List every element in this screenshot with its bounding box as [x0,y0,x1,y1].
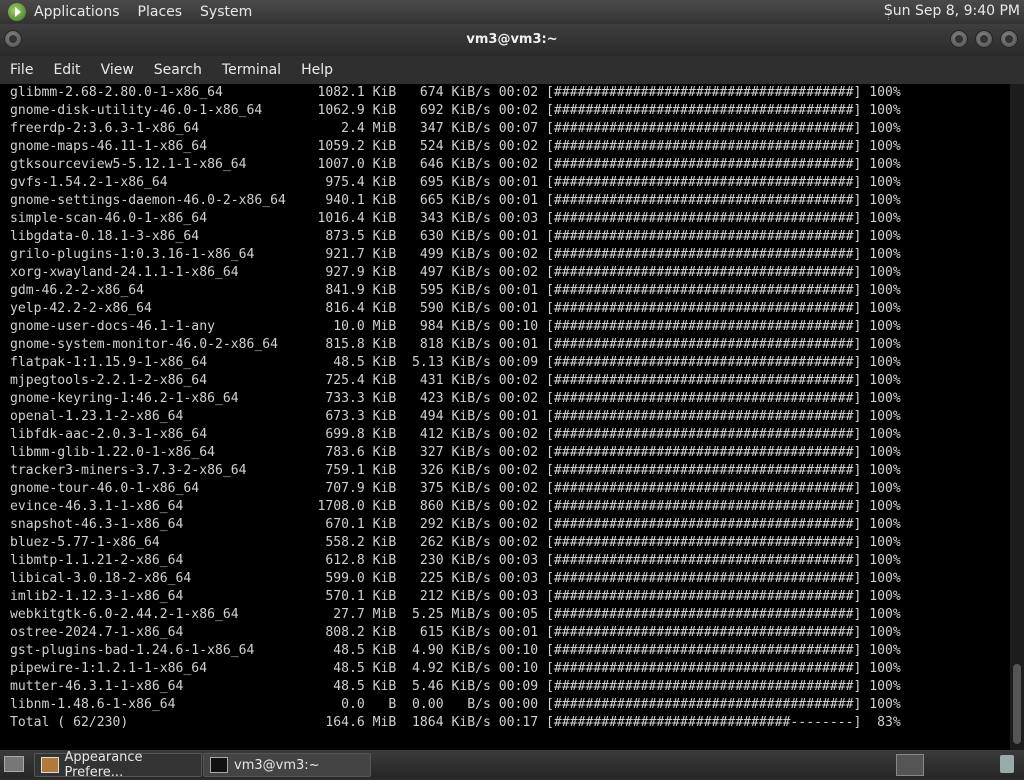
terminal-line: evince-46.3.1-1-x86_64 1708.0 KiB 860 Ki… [10,499,901,514]
task-label: Appearance Prefere... [64,750,143,780]
terminal-line: webkitgtk-6.0-2.44.2-1-x86_64 27.7 MiB 5… [10,607,901,622]
terminal-line: xorg-xwayland-24.1.1-1-x86_64 927.9 KiB … [10,265,901,280]
terminal-line: gdm-46.2-2-x86_64 841.9 KiB 595 KiB/s 00… [10,283,901,298]
terminal-line: tracker3-miners-3.7.3-2-x86_64 759.1 KiB… [10,463,901,478]
menu-file[interactable]: File [0,62,43,78]
menu-search[interactable]: Search [144,62,212,78]
terminal-output[interactable]: glibmm-2.68-2.80.0-1-x86_64 1082.1 KiB 6… [0,84,1010,750]
terminal-line: gnome-tour-46.0-1-x86_64 707.9 KiB 375 K… [10,481,901,496]
maximize-icon[interactable] [975,30,993,48]
terminal-line: bluez-5.77-1-x86_64 558.2 KiB 262 KiB/s … [10,535,901,550]
terminal-line: gnome-user-docs-46.1-1-any 10.0 MiB 984 … [10,319,901,334]
terminal-line: mutter-46.3.1-1-x86_64 48.5 KiB 5.46 KiB… [10,679,901,694]
menu-terminal[interactable]: Terminal [212,62,291,78]
applications-logo-icon[interactable] [8,3,26,21]
task-terminal[interactable]: vm3@vm3:~ [203,753,371,777]
terminal-line: grilo-plugins-1:0.3.16-1-x86_64 921.7 Ki… [10,247,901,262]
terminal-menubar: File Edit View Search Terminal Help [0,56,1024,84]
terminal-line: gnome-keyring-1:46.2-1-x86_64 733.3 KiB … [10,391,901,406]
minimize-icon[interactable] [950,30,968,48]
close-icon[interactable] [1000,30,1018,48]
terminal-line: libical-3.0.18-2-x86_64 599.0 KiB 225 Ki… [10,571,901,586]
terminal-line: glibmm-2.68-2.80.0-1-x86_64 1082.1 KiB 6… [10,85,901,100]
terminal-scrollbar[interactable] [1010,84,1024,750]
terminal-line: libfdk-aac-2.0.3-1-x86_64 699.8 KiB 412 … [10,427,901,442]
terminal-line: ostree-2024.7-1-x86_64 808.2 KiB 615 KiB… [10,625,901,640]
terminal-line: gnome-maps-46.11-1-x86_64 1059.2 KiB 524… [10,139,901,154]
terminal-line: Total ( 62/230) 164.6 MiB 1864 KiB/s 00:… [10,715,901,730]
task-appearance-preferences[interactable]: Appearance Prefere... [34,750,202,780]
terminal-line: simple-scan-46.0-1-x86_64 1016.4 KiB 343… [10,211,901,226]
trash-icon[interactable] [1000,755,1014,773]
workspace-switcher-icon[interactable] [896,754,924,776]
applications-menu[interactable]: Applications [34,4,120,20]
system-menu[interactable]: System [200,4,252,20]
terminal-line: gnome-system-monitor-46.0-2-x86_64 815.8… [10,337,901,352]
terminal-line: freerdp-2:3.6.3-1-x86_64 2.4 MiB 347 KiB… [10,121,901,136]
clock[interactable]: Sun Sep 8, 9:40 PM [884,3,1020,19]
terminal-line: libmtp-1.1.21-2-x86_64 612.8 KiB 230 KiB… [10,553,901,568]
terminal-app-icon [210,757,228,773]
terminal-line: libmm-glib-1.22.0-1-x86_64 783.6 KiB 327… [10,445,901,460]
terminal-line: gnome-disk-utility-46.0-1-x86_64 1062.9 … [10,103,901,118]
window-titlebar[interactable]: vm3@vm3:~ [0,24,1024,56]
terminal-line: yelp-42.2-2-x86_64 816.4 KiB 590 KiB/s 0… [10,301,901,316]
top-panel: Applications Places System Sun Sep 8, 9:… [0,0,1024,24]
terminal-line: libnm-1.48.6-1-x86_64 0.0 B 0.00 B/s 00:… [10,697,901,712]
terminal-line: imlib2-1.12.3-1-x86_64 570.1 KiB 212 KiB… [10,589,901,604]
terminal-line: pipewire-1:1.2.1-1-x86_64 48.5 KiB 4.92 … [10,661,901,676]
menu-help[interactable]: Help [291,62,343,78]
task-label: vm3@vm3:~ [234,757,320,773]
appearance-app-icon [41,757,59,773]
terminal-line: flatpak-1:1.15.9-1-x86_64 48.5 KiB 5.13 … [10,355,901,370]
terminal-line: mjpegtools-2.2.1-2-x86_64 725.4 KiB 431 … [10,373,901,388]
menu-view[interactable]: View [91,62,144,78]
menu-edit[interactable]: Edit [43,62,90,78]
scrollbar-thumb[interactable] [1013,664,1021,744]
terminal-line: gtksourceview5-5.12.1-1-x86_64 1007.0 Ki… [10,157,901,172]
terminal-line: gvfs-1.54.2-1-x86_64 975.4 KiB 695 KiB/s… [10,175,901,190]
bottom-taskbar: Appearance Prefere... vm3@vm3:~ [0,750,1024,780]
window-title: vm3@vm3:~ [466,32,558,47]
terminal-line: gst-plugins-bad-1.24.6-1-x86_64 48.5 KiB… [10,643,901,658]
places-menu[interactable]: Places [138,4,183,20]
terminal-line: openal-1.23.1-2-x86_64 673.3 KiB 494 KiB… [10,409,901,424]
show-desktop-icon[interactable] [4,756,24,772]
terminal-line: gnome-settings-daemon-46.0-2-x86_64 940.… [10,193,901,208]
terminal-line: snapshot-46.3-1-x86_64 670.1 KiB 292 KiB… [10,517,901,532]
terminal-line: libgdata-0.18.1-3-x86_64 873.5 KiB 630 K… [10,229,901,244]
